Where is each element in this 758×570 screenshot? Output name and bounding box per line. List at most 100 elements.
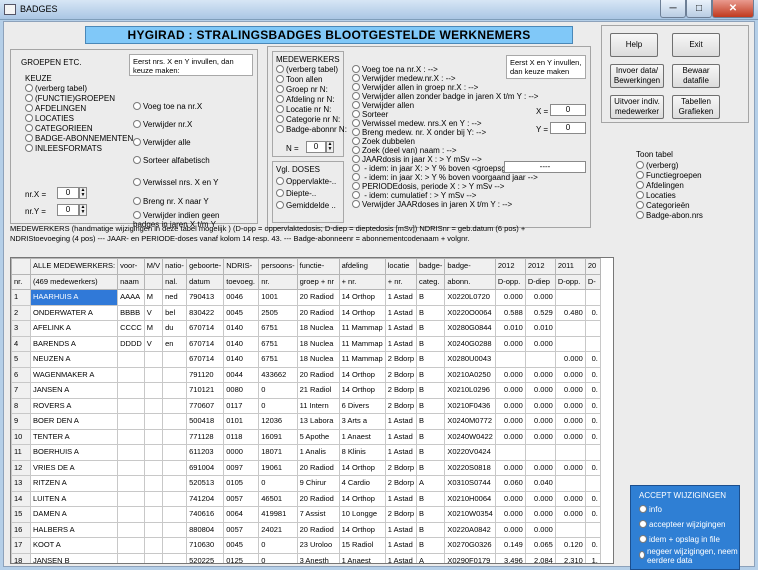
grid-cell[interactable]: 0.: [584, 397, 601, 414]
grid-cell[interactable]: B: [416, 428, 446, 445]
grid-cell[interactable]: 6 Divers: [338, 397, 386, 414]
grid-cell[interactable]: [143, 521, 164, 538]
grid-cell[interactable]: [554, 289, 586, 306]
name-cell[interactable]: HAARHUIS A: [29, 289, 119, 306]
filter-option-3[interactable]: Afdeling nr N:: [276, 95, 334, 104]
grid-cell[interactable]: [554, 521, 586, 538]
grid-cell[interactable]: 6751: [258, 351, 298, 368]
grid-cell[interactable]: 1001: [258, 289, 298, 306]
grid-cell[interactable]: X0310S0744: [444, 475, 496, 492]
grid-cell[interactable]: 11 Mammap: [338, 335, 386, 352]
grid-cell[interactable]: 0.: [584, 413, 601, 430]
name-cell[interactable]: BOERHUIS A: [29, 444, 119, 461]
grid-cell[interactable]: 0.000: [524, 397, 556, 414]
grid-cell[interactable]: M/V: [143, 258, 164, 275]
grid-cell[interactable]: [143, 552, 164, 563]
grid-cell[interactable]: 0.000: [524, 289, 556, 306]
table-row[interactable]: 4 BARENDS A DDDD Ven 670714 0140 6751 18 Nuclea…: [11, 335, 601, 352]
grid-cell[interactable]: 1 Anaest: [338, 428, 386, 445]
grid-cell[interactable]: X0220A0842: [444, 521, 496, 538]
grid-cell[interactable]: 10 Longge: [338, 506, 386, 523]
grid-cell[interactable]: bel: [162, 304, 188, 321]
grid-cell[interactable]: NDRIS-: [223, 258, 260, 275]
toon-option-2[interactable]: Afdelingen: [636, 181, 684, 190]
grid-cell[interactable]: 0.588: [494, 304, 526, 321]
grid-cell[interactable]: 740616: [186, 506, 225, 523]
grid-cell[interactable]: X0290F0179: [444, 552, 496, 563]
groep-option-3[interactable]: LOCATIES: [25, 114, 74, 123]
nrx-spinner[interactable]: ▲ ▼: [79, 187, 87, 199]
grid-cell[interactable]: [117, 382, 145, 399]
grid-cell[interactable]: 0117: [223, 397, 260, 414]
grid-cell[interactable]: 2011: [554, 258, 586, 275]
grid-cell[interactable]: 771128: [186, 428, 225, 445]
grid-cell[interactable]: D-: [584, 273, 601, 290]
grid-cell[interactable]: 20 Radiod: [296, 490, 340, 507]
y-input[interactable]: 0: [550, 122, 586, 134]
groep-action-1[interactable]: Verwijder nr.X: [133, 120, 192, 129]
grid-cell[interactable]: 0.000: [524, 413, 556, 430]
grid-cell[interactable]: [162, 428, 188, 445]
grid-cell[interactable]: 1 Analis: [296, 444, 340, 461]
grid-cell[interactable]: 670714: [186, 320, 225, 337]
grid-cell[interactable]: [162, 490, 188, 507]
mw-action-13[interactable]: PERIODEdosis, periode X : > Y mSv -->: [352, 182, 504, 191]
name-cell[interactable]: KOOT A: [29, 537, 119, 554]
grid-cell[interactable]: 1 Anaest: [338, 552, 386, 563]
grid-cell[interactable]: AAAA: [117, 289, 145, 306]
exit-button[interactable]: Exit: [672, 33, 720, 57]
grid-cell[interactable]: 0.000: [494, 459, 526, 476]
grid-cell[interactable]: persoons-: [258, 258, 298, 275]
name-cell[interactable]: BOER DEN A: [29, 413, 119, 430]
grid-cell[interactable]: 1.: [584, 552, 601, 563]
filter-option-0[interactable]: (verberg tabel): [276, 65, 338, 74]
row-number-cell[interactable]: 17: [11, 537, 31, 554]
grid-cell[interactable]: 0064: [223, 506, 260, 523]
mw-action-8[interactable]: Zoek dubbelen: [352, 137, 415, 146]
x-input[interactable]: 0: [550, 104, 586, 116]
mw-action-12[interactable]: - idem: in jaar X: > Y % boven voorgaand…: [352, 173, 538, 182]
grid-cell[interactable]: 2012: [524, 258, 556, 275]
grid-cell[interactable]: 14 Orthop: [338, 382, 386, 399]
grid-cell[interactable]: 0.000: [554, 506, 586, 523]
table-row[interactable]: 11 BOERHUIS A 611203 0000 18071 1 Analis 8 Kli…: [11, 444, 601, 461]
name-cell[interactable]: ROVERS A: [29, 397, 119, 414]
grid-cell[interactable]: 0.: [584, 459, 601, 476]
grid-cell[interactable]: functie-: [296, 258, 340, 275]
name-cell[interactable]: VRIES DE A: [29, 459, 119, 476]
table-row[interactable]: 2 ONDERWATER A BBBB Vbel 830422 0045 2505 20 Ra…: [11, 304, 601, 321]
name-cell[interactable]: JANSEN A: [29, 382, 119, 399]
grid-cell[interactable]: 500418: [186, 413, 225, 430]
nry-input[interactable]: 0: [57, 204, 79, 216]
grid-cell[interactable]: 20 Radiod: [296, 366, 340, 383]
mw-action-4[interactable]: Verwijder allen: [352, 101, 414, 110]
grid-cell[interactable]: 18 Nuclea: [296, 335, 340, 352]
grid-cell[interactable]: 1 Astad: [384, 428, 418, 445]
grid-cell[interactable]: 0057: [223, 490, 260, 507]
grid-cell[interactable]: 791120: [186, 366, 225, 383]
name-cell[interactable]: ALLE MEDEWERKERS:: [29, 258, 119, 275]
grid-cell[interactable]: 0.000: [524, 428, 556, 445]
grid-cell[interactable]: + nr.: [384, 273, 418, 290]
row-number-cell[interactable]: 12: [11, 459, 31, 476]
grid-cell[interactable]: [162, 413, 188, 430]
grid-cell[interactable]: [162, 459, 188, 476]
grid-cell[interactable]: 20 Radiod: [296, 521, 340, 538]
grid-cell[interactable]: 0.: [584, 351, 601, 368]
toon-option-0[interactable]: (verberg): [636, 161, 678, 170]
grid-cell[interactable]: afdeling: [338, 258, 386, 275]
filter-option-4[interactable]: Locatie nr N:: [276, 105, 331, 114]
grid-cell[interactable]: 5 Apothe: [296, 428, 340, 445]
grid-cell[interactable]: locatie: [384, 258, 418, 275]
name-cell[interactable]: BARENDS A: [29, 335, 119, 352]
grid-cell[interactable]: 0.529: [524, 304, 556, 321]
doses-option-1[interactable]: Diepte-..: [276, 189, 316, 198]
row-number-cell[interactable]: 1: [11, 289, 31, 306]
grid-cell[interactable]: [117, 459, 145, 476]
grid-cell[interactable]: [143, 273, 164, 290]
mw-action-6[interactable]: Verwissel medew. nrs.X en Y : -->: [352, 119, 482, 128]
grid-cell[interactable]: [143, 351, 164, 368]
grid-cell[interactable]: [162, 382, 188, 399]
row-number-cell[interactable]: 2: [11, 304, 31, 321]
grid-cell[interactable]: nal.: [162, 273, 188, 290]
